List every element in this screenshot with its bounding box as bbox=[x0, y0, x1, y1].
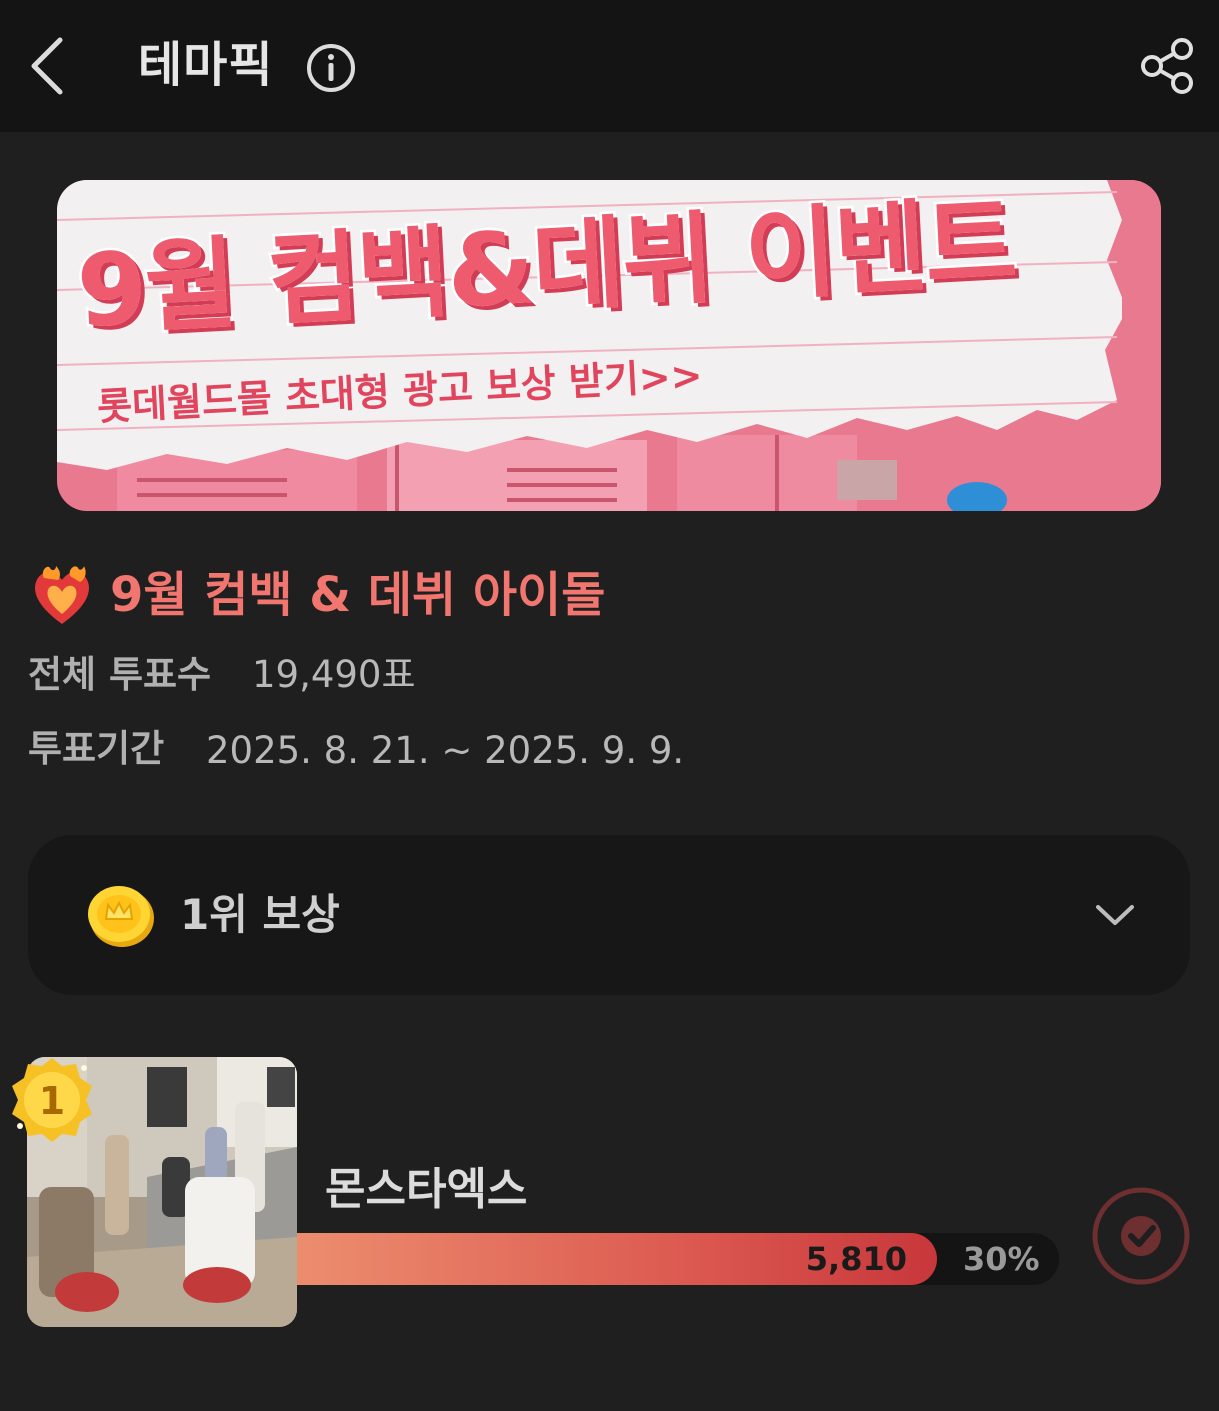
rank-number: 1 bbox=[39, 1079, 65, 1123]
heart-on-fire-icon bbox=[35, 566, 89, 624]
share-icon bbox=[1141, 38, 1193, 94]
share-button[interactable] bbox=[1137, 36, 1197, 96]
reward-label: 1위 보상 bbox=[180, 890, 340, 939]
vote-title: 9월 컴백 & 데뷔 아이돌 bbox=[110, 567, 606, 623]
vote-period-label: 투표기간 bbox=[28, 727, 165, 770]
vote-period-value: 2025. 8. 21. ~ 2025. 9. 9. bbox=[206, 729, 685, 772]
vote-progress-bar: 5,810 bbox=[297, 1233, 1059, 1285]
candidate-vote-percent: 30% bbox=[963, 1240, 1040, 1278]
candidate-row[interactable]: 1 몬스타엑스 5,810 30% bbox=[0, 1050, 1219, 1340]
chevron-left-icon bbox=[31, 37, 63, 95]
top-app-bar: 테마픽 bbox=[0, 0, 1219, 132]
first-place-reward-panel[interactable]: 1위 보상 bbox=[28, 835, 1190, 995]
candidate-name: 몬스타엑스 bbox=[325, 1164, 528, 1215]
page-title: 테마픽 bbox=[138, 37, 274, 93]
coin-icon bbox=[88, 886, 154, 947]
rank-badge: 1 bbox=[12, 1058, 92, 1142]
total-votes-value: 19,490표 bbox=[252, 653, 416, 696]
info-button[interactable] bbox=[305, 42, 357, 94]
vote-progress-fill: 5,810 bbox=[297, 1233, 937, 1285]
check-circle-icon[interactable] bbox=[1090, 1185, 1192, 1287]
candidate-vote-count: 5,810 bbox=[805, 1240, 907, 1278]
event-banner[interactable]: 9월 컴백&데뷔 이벤트 롯데월드몰 초대형 광고 보상 받기>> bbox=[57, 180, 1161, 511]
info-icon bbox=[307, 44, 355, 92]
total-votes-label: 전체 투표수 bbox=[28, 653, 212, 696]
back-button[interactable] bbox=[26, 34, 76, 98]
chevron-down-icon[interactable] bbox=[1090, 895, 1140, 935]
